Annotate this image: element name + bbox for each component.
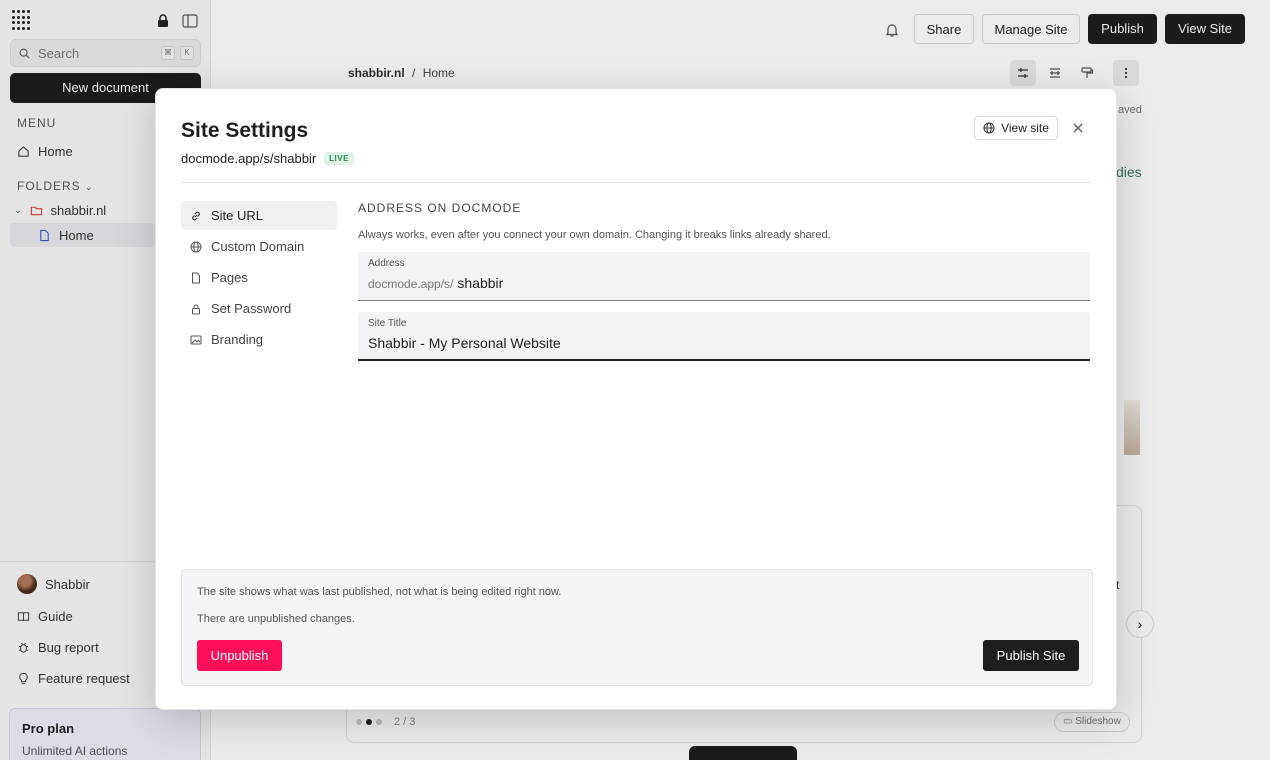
lock-icon [192,304,200,314]
close-icon[interactable] [1070,120,1086,136]
tab-custom-domain[interactable]: Custom Domain [181,232,337,261]
site-title-value[interactable]: Shabbir - My Personal Website [368,335,1080,351]
page-icon [192,272,200,283]
view-site-link-button[interactable]: View site [974,116,1058,140]
globe-icon [190,241,202,252]
address-value[interactable]: shabbir [457,275,503,291]
publish-site-button[interactable]: Publish Site [983,640,1079,671]
unpublished-changes-text: There are unpublished changes. [197,613,355,625]
tab-label: Site URL [211,208,264,223]
divider [181,182,1091,183]
address-prefix: docmode.app/s/ [368,277,454,291]
section-heading: ADDRESS ON DOCMODE [358,201,522,215]
globe-icon [983,122,995,134]
tab-label: Custom Domain [211,239,305,254]
modal-subtitle: docmode.app/s/shabbir LIVE [181,151,354,166]
site-title-label: Site Title [368,318,407,329]
live-badge: LIVE [324,152,354,165]
unpublish-button[interactable]: Unpublish [197,640,282,671]
site-settings-modal: Site Settings docmode.app/s/shabbir LIVE… [155,88,1117,710]
tab-pages[interactable]: Pages [181,263,337,292]
address-label: Address [368,258,405,269]
tab-set-password[interactable]: Set Password [181,294,337,323]
tab-branding[interactable]: Branding [181,325,337,354]
site-title-field[interactable]: Site Title Shabbir - My Personal Website [358,312,1090,361]
section-description: Always works, even after you connect you… [358,229,831,241]
publish-status-box: The site shows what was last published, … [181,569,1093,686]
tab-label: Branding [211,332,264,347]
modal-title: Site Settings [181,119,309,142]
view-site-label: View site [1001,121,1049,135]
tab-label: Set Password [211,301,292,316]
settings-nav: Site URL Custom Domain Pages Set Passwor… [181,201,337,356]
address-field[interactable]: Address docmode.app/s/shabbir [358,252,1090,301]
image-icon [190,335,202,344]
tab-label: Pages [211,270,248,285]
publish-info-text: The site shows what was last published, … [197,586,562,598]
link-icon [192,211,200,220]
site-url-panel: ADDRESS ON DOCMODE Always works, even af… [358,201,1090,361]
site-url-text: docmode.app/s/shabbir [181,151,317,166]
tab-site-url[interactable]: Site URL [181,201,337,230]
